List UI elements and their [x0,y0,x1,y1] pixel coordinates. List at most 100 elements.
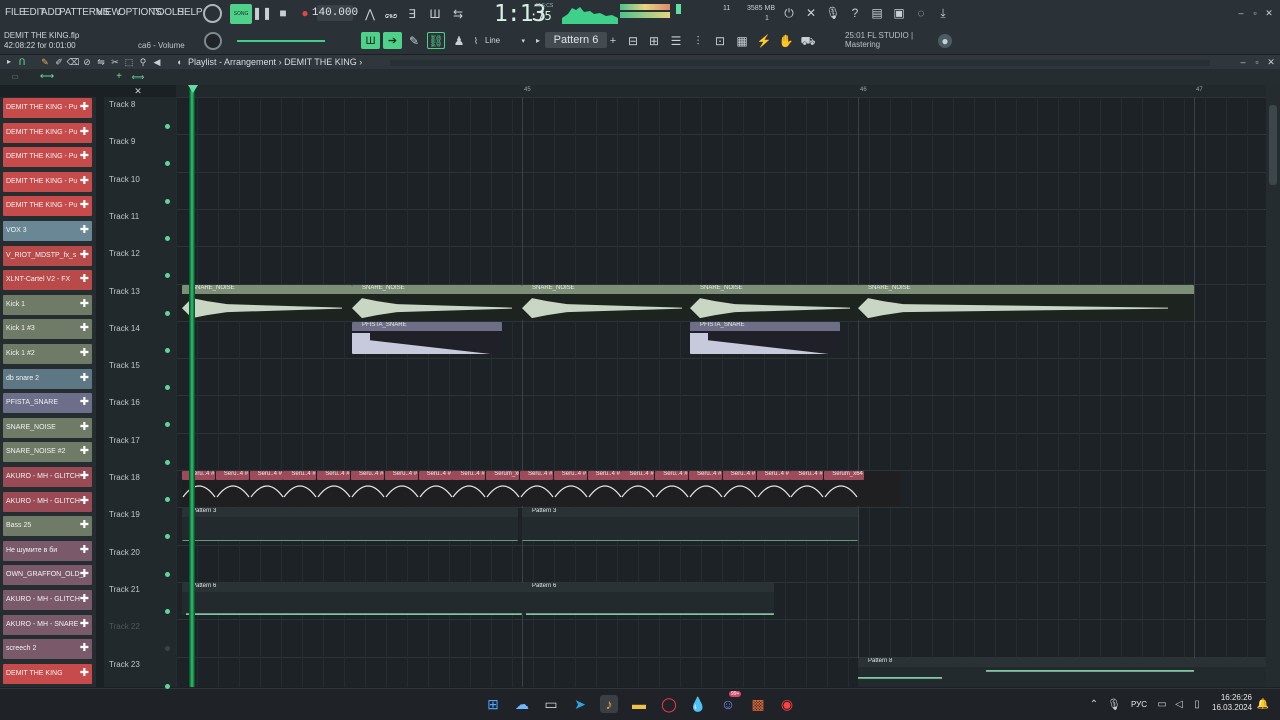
track-name[interactable]: Track 22 [109,622,140,631]
master-pitch-slider[interactable] [237,40,325,42]
scrollbar-thumb[interactable] [1269,105,1277,185]
track-mute-led[interactable] [165,235,170,241]
microphone-icon[interactable]: 🎙 [825,6,840,20]
snap-magnet-button[interactable]: Ш [361,32,380,49]
track-name[interactable]: Track 23 [109,660,140,669]
collapse-icon[interactable]: ✕ [133,86,143,96]
step-edit-icon[interactable]: Ш [426,6,444,22]
pitch-knob-icon[interactable] [203,4,222,23]
channel-item[interactable]: SNARE_NOISE #2 ✚ [3,442,92,463]
tray-mic-icon[interactable]: 🎙 [1105,695,1123,713]
channel-item[interactable]: Не шумите в би ✚ [3,540,92,561]
shopping-cart-icon[interactable]: ⛟ [800,33,816,49]
channel-add-icon[interactable]: ✚ [80,372,89,384]
channel-item[interactable]: DEMIT THE KING - Pu ✚ [3,171,92,192]
clip-serum[interactable]: Seru..4 #7 [587,471,621,480]
opera-icon[interactable]: ◯ [660,695,678,713]
recorder-icon[interactable]: ◉ [778,695,796,713]
clip-serum[interactable]: Seru..4 #7 [520,471,553,480]
channel-item[interactable]: SNARE_NOISE ✚ [3,417,92,438]
track-mute-led[interactable] [165,608,170,614]
channel-item[interactable]: PFISTA_SNARE ✚ [3,393,92,414]
track-name[interactable]: Track 21 [109,585,140,594]
clip-serum[interactable]: Seru..4 #7 [215,471,249,480]
picker-list-icon[interactable]: ▭ [10,72,20,82]
channel-item[interactable]: DEMIT THE KING ✚ [3,663,92,684]
download-icon[interactable]: ⤓ [936,6,950,20]
channel-add-icon[interactable]: ✚ [80,544,89,556]
channel-item[interactable]: AKURO - MH - SNARE ✚ [3,614,92,635]
restore-icon[interactable]: ▫ [1250,8,1260,18]
stamp-icon[interactable]: ♟ [452,34,466,48]
countdown-icon[interactable]: ∃ [404,6,420,22]
stop-icon[interactable]: ■ [276,6,290,20]
clip-serum[interactable]: Seru..4 #7 [418,471,452,480]
channel-item[interactable]: AKURO - MH - GLITCH ✚ [3,467,92,487]
overview-strip[interactable] [390,60,1210,66]
song-mode-button[interactable]: SONG [230,4,252,24]
track-zoom-icon[interactable]: ⟺ [132,72,145,82]
browser-icon[interactable]: ▦ [734,33,750,49]
track-name[interactable]: Track 10 [109,175,140,184]
clip-pattern-6[interactable]: Pattern 6 [522,582,774,616]
notification-bell-icon[interactable]: 🔔 [1254,695,1272,713]
track-name[interactable]: Track 17 [109,436,140,445]
channel-rack-icon[interactable]: ☰ [668,33,684,49]
clip-serum[interactable]: Seru..4 #7 [756,471,790,480]
clip-snare-noise[interactable]: SNARE_NOISE [352,284,522,320]
channel-add-icon[interactable]: ✚ [80,495,89,507]
playlist-minimize-icon[interactable]: – [1238,57,1248,67]
help-icon[interactable]: ? [848,6,862,20]
snap-select[interactable]: Line ▾ [481,33,529,48]
channel-item[interactable]: DEMIT THE KING - Pu ✚ [3,147,92,168]
add-track-icon[interactable]: + [114,72,124,82]
channel-add-icon[interactable]: ✚ [80,175,89,187]
channel-item[interactable]: OWN_GRAFFON_OLD_ ✚ [3,565,92,586]
droplet-icon[interactable]: 💧 [689,695,707,713]
channel-add-icon[interactable]: ✚ [80,667,89,679]
tray-chevron-icon[interactable]: ⌃ [1085,695,1103,713]
close-icon[interactable]: ✕ [1264,8,1274,18]
clip-serum[interactable]: Seru..4 #7 [553,471,587,480]
track-mute-led[interactable] [165,571,170,577]
pattern-prev-icon[interactable]: ▸ [533,34,543,48]
clip-pfista-snare[interactable]: PFISTA_SNARE [690,321,840,355]
zoom-icon[interactable]: ⚲ [138,57,148,67]
track-mute-led[interactable] [165,124,170,129]
tray-battery-icon[interactable]: ▯ [1188,695,1206,713]
channel-item[interactable]: Kick 1 #2 ✚ [3,344,92,364]
playlist-menu-icon[interactable]: ▸ [4,57,14,67]
track-name[interactable]: Track 20 [109,548,140,557]
slice-icon[interactable]: ✂ [110,57,120,67]
clip-serum[interactable]: Seru..4 #7 [182,471,215,480]
channel-item[interactable]: Kick 1 #3 ✚ [3,319,92,340]
clip-serum[interactable]: Seru..4 #7 [384,471,418,480]
track-mute-led[interactable] [165,347,170,353]
clip-serum[interactable]: Serum_x6 [486,471,520,480]
arrow-tool-button[interactable]: ➔ [383,32,402,49]
channel-add-icon[interactable]: ✚ [80,200,89,211]
clip-serum[interactable]: Seru..4 #7 [655,471,689,480]
channel-add-icon[interactable]: ✚ [80,421,89,433]
clip-pfista-snare[interactable]: PFISTA_SNARE [352,321,502,355]
tools-icon[interactable]: ✕ [804,6,818,20]
track-name[interactable]: Track 11 [109,212,139,221]
playback-icon[interactable]: ◀ [152,57,162,67]
pencil-icon[interactable]: ✎ [40,57,50,67]
channel-item[interactable]: V_RIOT_MDSTP_fx_s ✚ [3,245,92,266]
track-mute-led[interactable] [165,497,170,502]
channel-item[interactable]: XLNT-Cartel V2 - FX ✚ [3,270,92,291]
playlist-close-icon[interactable]: ✕ [1266,57,1276,67]
clip-serum[interactable]: Seru..4 #7 [317,471,351,480]
select-icon[interactable]: ⬚ [124,57,134,67]
paint-icon[interactable]: ✐ [54,57,64,67]
channel-add-icon[interactable]: ✚ [80,594,89,605]
channel-add-icon[interactable]: ✚ [80,249,89,261]
channel-add-icon[interactable]: ✚ [80,569,89,580]
telegram-icon[interactable]: ➤ [571,695,589,713]
system-clock[interactable]: 16:26:26 16.03.2024 [1212,693,1252,713]
channel-item[interactable]: Bass 25 ✚ [3,516,92,537]
channel-add-icon[interactable]: ✚ [80,397,89,408]
vertical-scrollbar[interactable] [1266,85,1280,687]
start-icon[interactable]: ⊞ [484,695,502,713]
